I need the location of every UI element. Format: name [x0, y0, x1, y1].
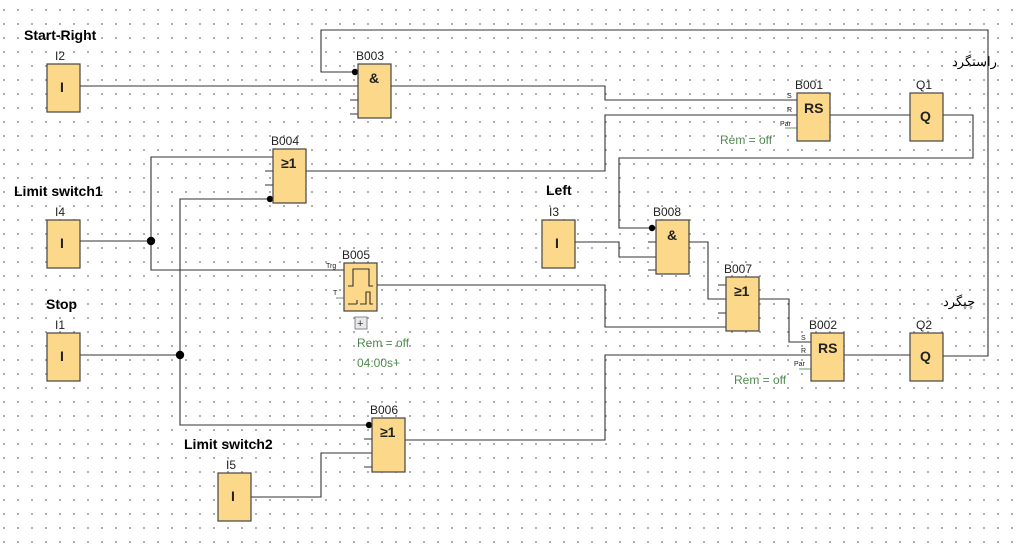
block-symbol: ≥1	[281, 155, 297, 171]
block-b006-or[interactable]: B006 ≥1	[370, 403, 406, 473]
input-id: I2	[55, 49, 65, 63]
pin-r: R	[787, 107, 792, 114]
pin-t: T	[333, 290, 338, 297]
block-id: B003	[356, 49, 384, 63]
input-symbol: I	[60, 348, 64, 364]
input-name: Stop	[46, 296, 77, 312]
block-symbol: &	[667, 227, 677, 243]
input-id: I5	[226, 458, 236, 472]
block-b001-rs[interactable]: B001 S R Par RS Rem = off	[720, 78, 831, 147]
block-id: B007	[724, 262, 752, 276]
input-name: Start-Right	[24, 27, 97, 43]
pin-par: Par	[780, 121, 792, 128]
wires	[80, 29, 989, 498]
input-id: I1	[55, 318, 65, 332]
block-symbol: ≥1	[380, 424, 396, 440]
time-setting: 04:00s+	[357, 356, 400, 370]
block-id: B002	[809, 318, 837, 332]
block-id: B005	[342, 248, 370, 262]
block-id: B008	[653, 205, 681, 219]
block-symbol: RS	[804, 100, 823, 116]
input-name: Left	[546, 182, 572, 198]
rem-setting: Rem = off	[734, 373, 787, 387]
function-block-diagram: Start-Right I2 I Limit switch1 I4 I Stop…	[14, 27, 997, 522]
output-name: راستگرد	[952, 54, 997, 70]
input-symbol: I	[60, 235, 64, 251]
pin-s: S	[801, 335, 806, 342]
output-id: Q1	[916, 78, 932, 92]
block-id: B004	[271, 134, 299, 148]
block-id: B001	[795, 78, 823, 92]
input-symbol: I	[60, 79, 64, 95]
pin-trg: Trg	[326, 263, 336, 270]
block-b008-and[interactable]: B008 &	[653, 205, 690, 275]
block-b007-or[interactable]: B007 ≥1	[724, 262, 760, 332]
output-id: Q2	[916, 318, 932, 332]
output-symbol: Q	[920, 348, 931, 364]
input-i2[interactable]: Start-Right I2 I	[24, 27, 97, 113]
input-name: Limit switch1	[14, 183, 103, 199]
pin-s: S	[787, 93, 792, 100]
block-b004-or[interactable]: B004 ≥1	[271, 134, 307, 204]
block-symbol: RS	[818, 340, 837, 356]
output-q1[interactable]: راستگرد Q1 Q	[909, 54, 997, 142]
input-i3[interactable]: Left I3 I	[541, 182, 576, 269]
block-b003-and[interactable]: B003 &	[356, 49, 392, 119]
block-symbol: &	[369, 70, 379, 86]
pin-par: Par	[794, 361, 806, 368]
input-i5[interactable]: Limit switch2 I5 I	[184, 436, 273, 522]
output-symbol: Q	[920, 108, 931, 124]
block-id: B006	[370, 403, 398, 417]
input-symbol: I	[555, 235, 559, 251]
input-id: I3	[549, 205, 559, 219]
input-symbol: I	[231, 488, 235, 504]
output-q2[interactable]: چپگرد Q2 Q	[909, 294, 975, 382]
rem-setting: Rem = off	[720, 133, 773, 147]
output-name: چپگرد	[943, 294, 975, 310]
block-symbol: ≥1	[734, 283, 750, 299]
block-b005-timer[interactable]: B005 Trg T + Rem = off 04:00s+	[326, 248, 410, 370]
input-i1[interactable]: Stop I1 I	[46, 296, 81, 382]
plus-icon: +	[357, 318, 363, 330]
rem-setting: Rem = off	[357, 336, 410, 350]
input-i4[interactable]: Limit switch1 I4 I	[14, 183, 103, 269]
input-id: I4	[55, 205, 65, 219]
input-name: Limit switch2	[184, 436, 273, 452]
pin-r: R	[801, 348, 806, 355]
